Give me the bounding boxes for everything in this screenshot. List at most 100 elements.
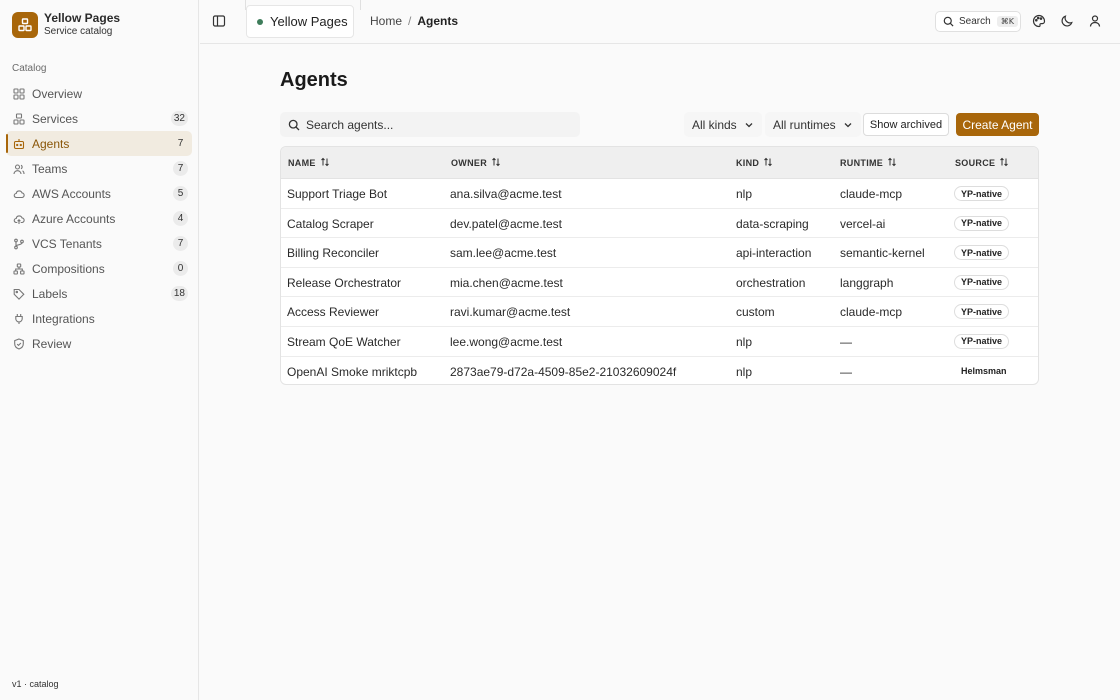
- global-search-button[interactable]: Search ⌘K: [935, 11, 1021, 32]
- count-badge: 7: [173, 161, 188, 176]
- app-subtitle: Service catalog: [44, 26, 113, 37]
- runtime-filter-value: All runtimes: [773, 117, 836, 132]
- kind-filter-dropdown[interactable]: All kinds: [684, 112, 762, 137]
- source-badge: Helmsman: [961, 366, 1007, 377]
- moon-icon[interactable]: [1060, 14, 1074, 28]
- chevron-down-icon: [744, 120, 754, 130]
- sort-icon: [491, 157, 501, 169]
- table-row[interactable]: Support Triage Bot ana.silva@acme.test n…: [281, 179, 1038, 209]
- count-badge: 0: [173, 261, 188, 276]
- count-badge: 7: [173, 236, 188, 251]
- workspace-switcher[interactable]: Yellow Pages: [246, 5, 354, 38]
- agent-kind: nlp: [736, 364, 753, 379]
- agent-owner: ana.silva@acme.test: [450, 187, 562, 201]
- column-label: SOURCE: [955, 158, 996, 168]
- agent-search-field[interactable]: [280, 112, 580, 137]
- agent-name: Stream QoE Watcher: [287, 334, 401, 349]
- source-badge: YP-native: [954, 245, 1010, 261]
- create-agent-button[interactable]: Create Agent: [956, 113, 1039, 136]
- sidebar-item-teams[interactable]: Teams 7: [6, 156, 192, 181]
- services-icon: [13, 112, 25, 125]
- column-header-owner[interactable]: OWNER: [451, 157, 501, 169]
- sidebar-item-aws-accounts[interactable]: AWS Accounts 5: [6, 181, 192, 206]
- agent-owner: 2873ae79-d72a-4509-85e2-21032609024f: [450, 364, 677, 379]
- source-badge: YP-native: [954, 333, 1010, 349]
- count-badge: 18: [170, 286, 188, 301]
- search-icon: [288, 119, 300, 131]
- users-icon: [13, 163, 25, 175]
- network-icon: [13, 262, 25, 275]
- column-header-kind[interactable]: KIND: [736, 157, 773, 169]
- source-badge: YP-native: [954, 274, 1010, 290]
- sidebar-section-label: Catalog: [12, 63, 47, 74]
- table-row[interactable]: Access Reviewer ravi.kumar@acme.test cus…: [281, 297, 1038, 327]
- sidebar-item-label: VCS Tenants: [32, 236, 102, 251]
- sidebar-toggle-icon[interactable]: [212, 14, 226, 28]
- sidebar-item-integrations[interactable]: Integrations: [6, 306, 192, 331]
- source-badge: YP-native: [954, 215, 1010, 231]
- column-header-name[interactable]: NAME: [288, 157, 330, 169]
- agent-owner: mia.chen@acme.test: [450, 275, 563, 290]
- status-dot: [257, 18, 263, 25]
- table-row[interactable]: Catalog Scraper dev.patel@acme.test data…: [281, 209, 1038, 239]
- sidebar-item-review[interactable]: Review: [6, 331, 192, 356]
- kind-filter-value: All kinds: [692, 117, 737, 132]
- user-icon[interactable]: [1088, 14, 1102, 28]
- cloud-icon: [13, 188, 25, 200]
- sidebar-item-vcs-tenants[interactable]: VCS Tenants 7: [6, 231, 192, 256]
- cloud-upload-icon: [13, 213, 25, 225]
- agent-runtime: claude-mcp: [840, 187, 903, 201]
- show-archived-button[interactable]: Show archived: [863, 113, 949, 136]
- source-badge: YP-native: [954, 304, 1010, 320]
- sidebar-item-azure-accounts[interactable]: Azure Accounts 4: [6, 206, 192, 231]
- sidebar-item-compositions[interactable]: Compositions 0: [6, 256, 192, 281]
- table-row[interactable]: Release Orchestrator mia.chen@acme.test …: [281, 268, 1038, 298]
- column-label: KIND: [736, 158, 760, 168]
- agent-name: Access Reviewer: [287, 305, 380, 320]
- palette-icon[interactable]: [1032, 14, 1046, 28]
- sidebar-item-label: Services: [32, 111, 79, 126]
- agent-kind: nlp: [736, 334, 753, 349]
- top-bar: Yellow Pages Home / Agents Search ⌘K: [200, 0, 1120, 44]
- sort-icon: [887, 157, 897, 169]
- workspace-name: Yellow Pages: [270, 14, 348, 29]
- agent-name: Release Orchestrator: [287, 275, 402, 290]
- brand[interactable]: Yellow Pages Service catalog: [12, 12, 120, 38]
- breadcrumb-current: Agents: [417, 14, 459, 28]
- search-input[interactable]: [306, 117, 566, 132]
- table-row[interactable]: OpenAI Smoke mriktcpb 2873ae79-d72a-4509…: [281, 357, 1038, 384]
- agent-runtime: semantic-kernel: [840, 246, 925, 261]
- agent-kind: data-scraping: [736, 216, 809, 231]
- page-title: Agents: [280, 69, 348, 91]
- divider: [360, 0, 361, 10]
- sidebar-item-overview[interactable]: Overview: [6, 81, 192, 106]
- column-label: NAME: [288, 158, 316, 168]
- search-icon: [943, 16, 954, 27]
- agent-owner: dev.patel@acme.test: [450, 216, 563, 231]
- sidebar-item-labels[interactable]: Labels 18: [6, 281, 192, 306]
- agent-name: Billing Reconciler: [287, 246, 380, 261]
- agent-runtime: —: [840, 364, 852, 379]
- agent-runtime: —: [840, 334, 852, 349]
- count-badge: 7: [177, 138, 184, 149]
- count-badge: 4: [173, 211, 188, 226]
- sidebar-item-agents[interactable]: Agents 7: [6, 131, 192, 156]
- sidebar-item-label: AWS Accounts: [32, 186, 111, 201]
- breadcrumb-home-link[interactable]: Home: [370, 14, 402, 28]
- sort-icon: [763, 157, 773, 169]
- git-branch-icon: [13, 238, 25, 250]
- column-header-runtime[interactable]: RUNTIME: [840, 157, 897, 169]
- sidebar-item-services[interactable]: Services 32: [6, 106, 192, 131]
- table-row[interactable]: Stream QoE Watcher lee.wong@acme.test nl…: [281, 327, 1038, 357]
- grid-icon: [13, 87, 25, 100]
- runtime-filter-dropdown[interactable]: All runtimes: [765, 112, 861, 137]
- search-label: Search: [959, 16, 991, 27]
- agent-name: OpenAI Smoke mriktcpb: [287, 364, 418, 379]
- agent-kind: orchestration: [736, 275, 806, 290]
- sidebar-item-label: Agents: [32, 136, 70, 151]
- table-row[interactable]: Billing Reconciler sam.lee@acme.test api…: [281, 238, 1038, 268]
- column-header-source[interactable]: SOURCE: [955, 157, 1009, 169]
- sidebar-item-label: Review: [32, 336, 72, 351]
- agent-runtime: vercel-ai: [840, 216, 886, 231]
- breadcrumb: Home / Agents: [370, 14, 458, 28]
